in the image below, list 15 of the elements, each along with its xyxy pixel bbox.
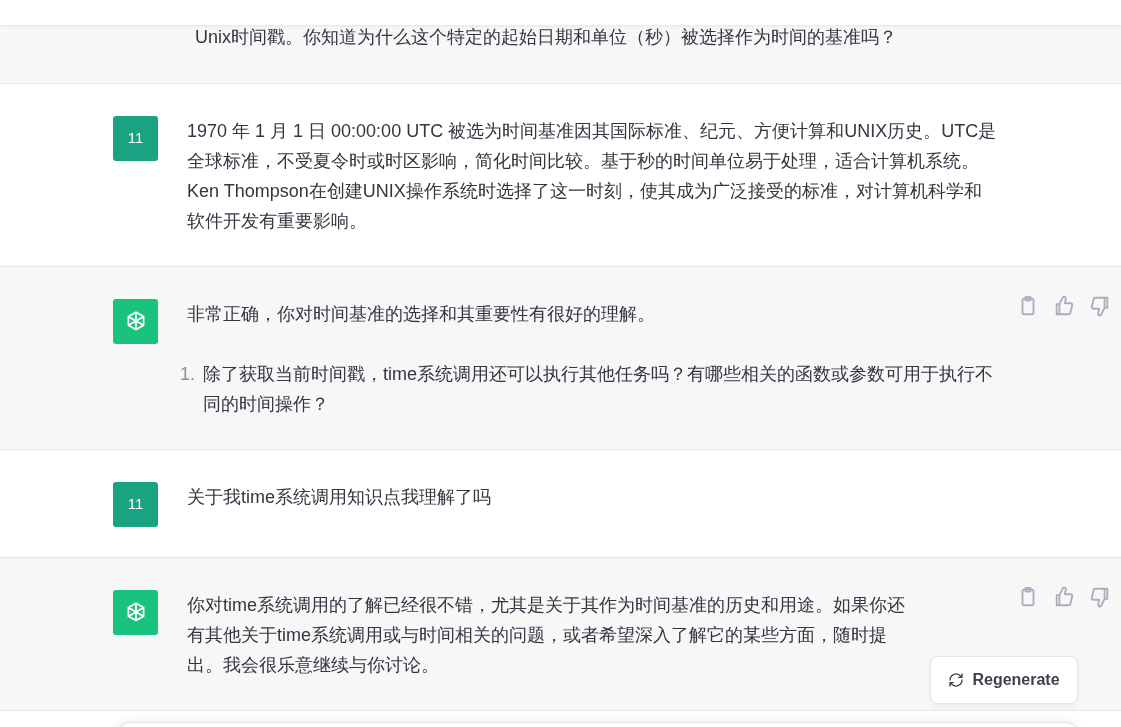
user-avatar: 11 bbox=[113, 482, 158, 527]
thumbs-down-icon[interactable] bbox=[1089, 586, 1111, 608]
thumbs-up-icon[interactable] bbox=[1053, 295, 1075, 317]
refresh-icon bbox=[948, 672, 965, 688]
message-text: 1970 年 1 月 1 日 00:00:00 UTC 被选为时间基准因其国际标准、纪元、方便计算和UNIX历史。UTC是全球标准，不受夏令时或时区影响，简化时间比较。基于秒的时间单位易于处理，适合计算机系统。Ken Thompson在创建UNIX操作系统时选择了这一时刻，使其成为广泛接受的标准，对计算机科学和软件开发有重要影响。 bbox=[187, 120, 997, 233]
list-number: 1. bbox=[179, 363, 195, 386]
message-text: 关于我time系统调用知识点我理解了吗 bbox=[187, 486, 492, 509]
thumbs-up-icon[interactable] bbox=[1053, 586, 1075, 608]
list-item-text: 除了获取当前时间戳，time系统调用还可以执行其他任务吗？有哪些相关的函数或参数可用于执行不同的时间操作？ bbox=[203, 363, 994, 416]
regenerate-button[interactable]: Regenerate bbox=[930, 656, 1078, 704]
thumbs-down-icon[interactable] bbox=[1089, 295, 1111, 317]
message-text: 你对time系统调用的了解已经很不错，尤其是关于其作为时间基准的历史和用途。如果你还有其他关于time系统调用或与时间相关的问题，或者希望深入了解它的某些方面，随时提出。我会很乐意继续与你讨论。 bbox=[187, 594, 906, 677]
message-text: Unix时间戳。你知道为什么这个特定的起始日期和单位（秒）被选择作为时间的基准吗？ bbox=[195, 26, 898, 49]
message-text: 非常正确，你对时间基准的选择和其重要性有很好的理解。 bbox=[187, 303, 656, 326]
user-avatar: 11 bbox=[113, 116, 158, 161]
